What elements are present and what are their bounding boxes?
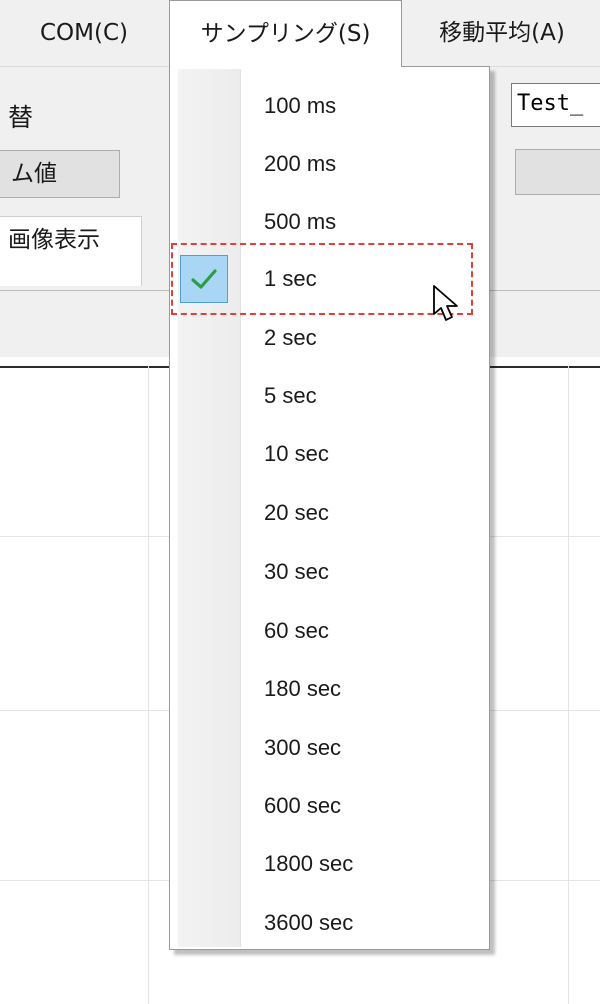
- menu-item-label: 600 sec: [264, 793, 342, 818]
- menu-item-180sec[interactable]: 180 sec: [170, 660, 489, 718]
- menu-item-60sec[interactable]: 60 sec: [170, 602, 489, 660]
- menu-item-label: 2 sec: [264, 325, 317, 350]
- menu-sampling[interactable]: サンプリング(S): [169, 0, 402, 67]
- toggle-label: 替: [8, 103, 34, 132]
- value-button[interactable]: ム値: [0, 150, 120, 198]
- menu-item-label: 1 sec: [264, 266, 317, 291]
- menu-item-label: 60 sec: [264, 618, 329, 643]
- menu-item-label: 1800 sec: [264, 851, 354, 876]
- menu-com[interactable]: COM(C): [0, 0, 168, 66]
- menu-item-5sec[interactable]: 5 sec: [170, 367, 489, 425]
- menu-item-label: 30 sec: [264, 559, 329, 584]
- checkmark-icon: [191, 269, 217, 289]
- menu-item-label: 200 ms: [264, 151, 337, 176]
- menu-item-label: 5 sec: [264, 383, 317, 408]
- menu-item-20sec[interactable]: 20 sec: [170, 484, 489, 542]
- tab-image-display[interactable]: 画像表示: [0, 216, 142, 286]
- mouse-pointer-icon: [433, 285, 458, 321]
- filename-input[interactable]: Test_: [511, 83, 600, 127]
- menu-item-1800sec[interactable]: 1800 sec: [170, 835, 489, 893]
- grid-line: [148, 366, 149, 1004]
- menu-item-300sec[interactable]: 300 sec: [170, 719, 489, 777]
- menu-item-label: 180 sec: [264, 676, 342, 701]
- menu-item-100ms[interactable]: 100 ms: [170, 77, 489, 135]
- menu-bar: COM(C) サンプリング(S) 移動平均(A): [0, 0, 600, 67]
- menu-item-30sec[interactable]: 30 sec: [170, 543, 489, 601]
- grid-line: [568, 366, 569, 1004]
- menu-item-label: 100 ms: [264, 93, 337, 118]
- action-button[interactable]: [515, 149, 600, 195]
- menu-item-3600sec[interactable]: 3600 sec: [170, 894, 489, 952]
- menu-item-200ms[interactable]: 200 ms: [170, 135, 489, 193]
- check-highlight: [180, 255, 228, 303]
- menu-item-label: 10 sec: [264, 441, 329, 466]
- menu-moving-average[interactable]: 移動平均(A): [402, 0, 600, 66]
- menu-item-label: 300 sec: [264, 735, 342, 760]
- menu-item-10sec[interactable]: 10 sec: [170, 425, 489, 483]
- sampling-dropdown: 100 ms 200 ms 500 ms 1 sec 2 sec 5 sec 1…: [169, 66, 490, 950]
- menu-item-600sec[interactable]: 600 sec: [170, 777, 489, 835]
- app-window: COM(C) サンプリング(S) 移動平均(A) 替 ム値 画像表示 Test_…: [0, 0, 600, 1004]
- menu-item-label: 20 sec: [264, 500, 329, 525]
- menu-item-label: 3600 sec: [264, 910, 354, 935]
